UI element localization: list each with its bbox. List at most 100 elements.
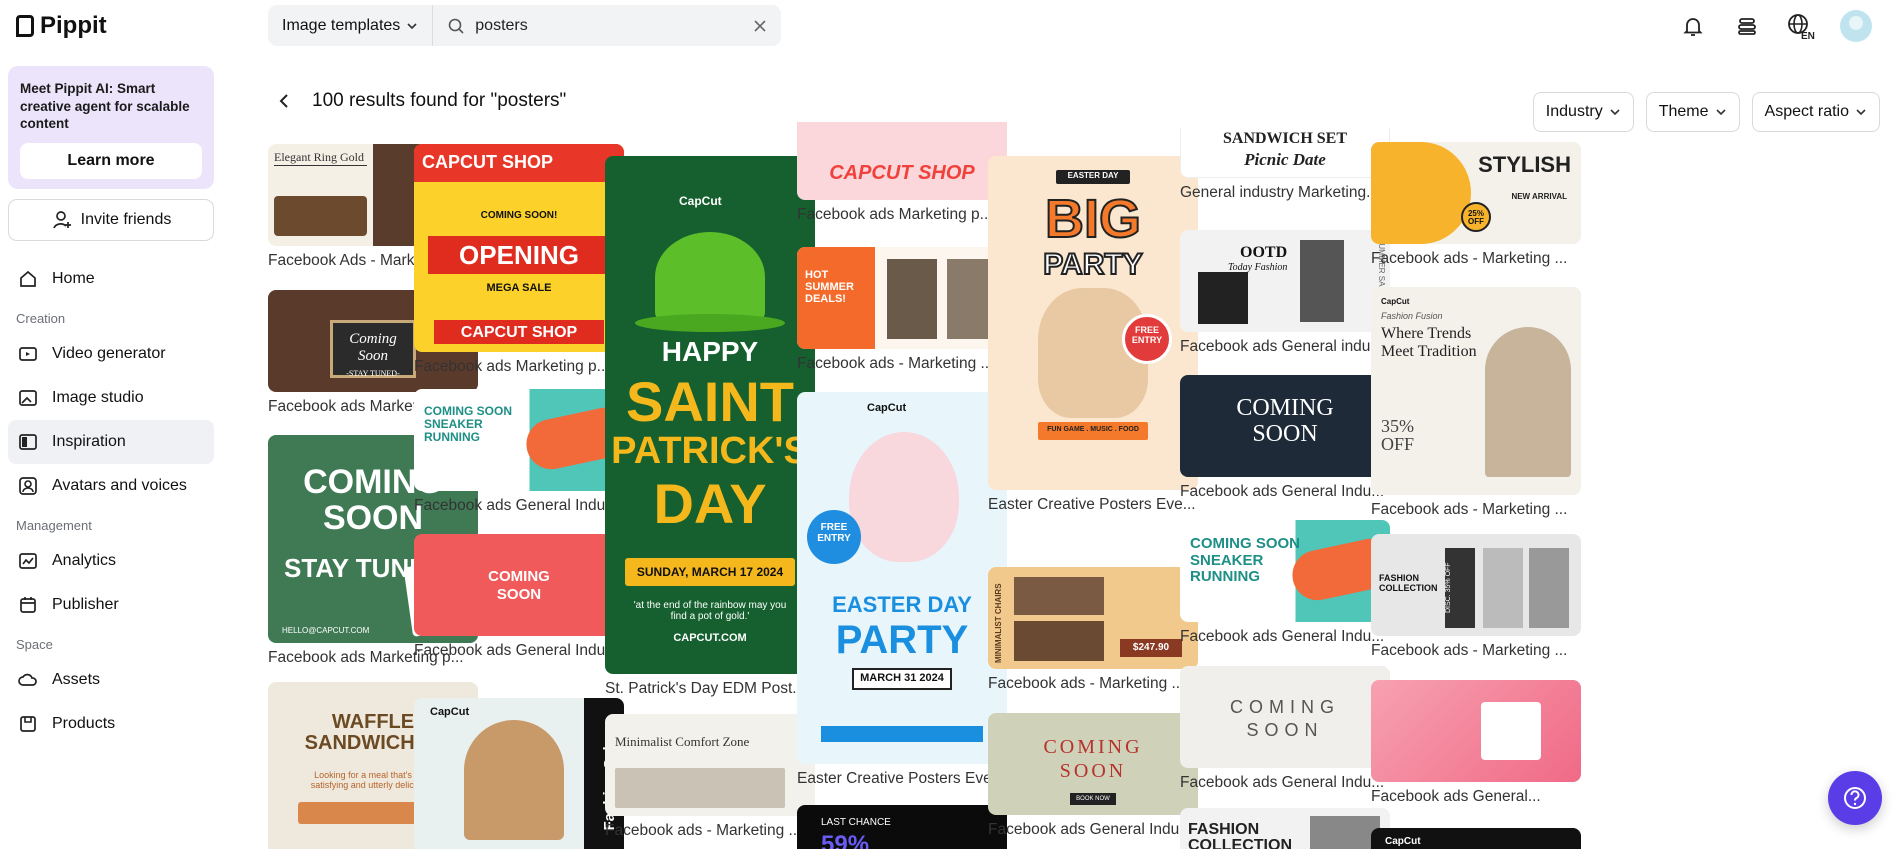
clear-search-icon[interactable] [753,19,767,33]
sidebar-item-analytics[interactable]: Analytics [8,539,214,583]
sidebar-item-inspiration[interactable]: Inspiration [8,419,214,464]
top-bar: Pippit Image templates EN [0,0,1896,52]
template-card[interactable]: STYLISH NEW ARRIVAL 25% OFF Facebook ads… [1371,142,1581,268]
template-thumbnail: OOTD Today Fashion SUMMER SALE [1180,230,1390,332]
template-caption: Facebook ads Marketing p... [797,206,993,223]
poster-subtitle: NEW ARRIVAL [1511,192,1567,201]
invite-friends-label: Invite friends [80,210,172,228]
template-card[interactable]: COMING SOON SNEAKER RUNNING Facebook ads… [1180,520,1390,646]
poster-title: PATRICK'S [611,430,809,472]
sidebar-item-products[interactable]: Products [8,702,214,746]
template-card[interactable]: CAPCUT SHOP COMING SOON! OPENING MEGA SA… [414,144,624,376]
poster-brand: CapCut [430,706,470,718]
search-category-label: Image templates [282,16,401,34]
sidebar-item-image-studio[interactable]: Image studio [8,376,214,420]
invite-friends-button[interactable]: Invite friends [8,198,214,241]
template-caption: Facebook ads - Marketing ... [1371,501,1568,518]
filter-theme[interactable]: Theme [1645,92,1740,132]
help-button[interactable] [1828,771,1882,825]
poster-title: OPENING [459,240,579,270]
poster-title: Elegant Ring Gold [274,150,367,166]
chevron-down-icon [1715,109,1726,116]
poster-title: OOTD [1240,244,1288,261]
template-thumbnail: CapCut Fashion Fusion Where Trends Meet … [1371,287,1581,495]
template-card[interactable]: MINIMALIST CHAIRS $247.90 Facebook ads -… [988,567,1198,693]
template-card[interactable]: OOTD Today Fashion SUMMER SALE Facebook … [1180,230,1390,356]
template-card[interactable]: COMING SOON Facebook ads General Indu... [1180,375,1390,501]
poster-button-label: BOOK NOW [1070,793,1116,805]
template-thumbnail [1371,680,1581,782]
poster-subtitle: EASTER DAY [1067,171,1119,180]
template-card[interactable]: Minimalist Comfort Zone Facebook ads - M… [605,714,815,840]
sidebar-item-avatars[interactable]: Avatars and voices [8,464,214,508]
poster-subtitle: LAST CHANCE [821,817,891,828]
template-card[interactable]: SANDWICH SET Picnic Date General industr… [1180,128,1390,202]
template-thumbnail: MINIMALIST CHAIRS $247.90 [988,567,1198,669]
template-thumbnail: COMING SOON [1180,375,1390,477]
template-card[interactable]: COMING SOON Facebook ads General Indu... [414,534,624,660]
user-avatar[interactable] [1840,10,1872,42]
poster-title: EASTER DAY [832,592,972,617]
template-card[interactable]: Facebook ads General... [1371,680,1581,806]
filter-label: Theme [1658,103,1709,120]
app-logo[interactable]: Pippit [16,12,107,40]
template-thumbnail: HOT SUMMER DEALS! [797,247,1007,349]
template-caption: Easter Creative Posters Eve... [797,770,1005,787]
stack-layers-icon[interactable] [1732,11,1762,41]
template-card[interactable]: EASTER DAY BIG PARTY FREE ENTRY FUN GAME… [988,156,1198,514]
template-card[interactable]: COMING SOON BOOK NOW Facebook ads Genera… [988,713,1198,839]
template-caption: Facebook ads General Indu... [988,821,1193,838]
sidebar-item-label: Products [52,714,116,732]
template-card[interactable]: CapCut Fashion Fusion Where Trends Meet … [1371,287,1581,519]
sidebar-item-home[interactable]: Home [8,257,214,301]
template-card[interactable]: COMING SOON SNEAKER RUNNING Facebook ads… [414,389,624,515]
template-thumbnail: SANDWICH SET Picnic Date [1180,128,1390,178]
sidebar-item-label: Home [52,269,95,287]
search-input[interactable] [475,16,743,35]
template-thumbnail: CAPCUT SHOP [797,122,1007,200]
poster-title: HOT SUMMER DEALS! [805,269,854,306]
template-card[interactable]: CapCut HAPPY SAINT PATRICK'S DAY SUNDAY,… [605,156,815,698]
template-card[interactable]: COMING SOON Facebook ads General Indu... [1180,666,1390,792]
language-globe-icon[interactable]: EN [1786,11,1816,41]
template-caption: St. Patrick's Day EDM Post... [605,680,806,697]
template-thumbnail: EASTER DAY BIG PARTY FREE ENTRY FUN GAME… [988,156,1198,490]
template-thumbnail: CAPCUT SHOP COMING SOON! OPENING MEGA SA… [414,144,624,352]
section-label-creation: Creation [16,310,66,326]
product-box-icon [20,715,36,732]
back-arrow-icon[interactable] [278,93,290,109]
search-category-dropdown[interactable]: Image templates [268,5,434,46]
poster-price: $247.90 [1120,639,1182,657]
poster-badge: FREE ENTRY [1131,325,1163,345]
bell-icon[interactable] [1678,11,1708,41]
sidebar-item-publisher[interactable]: Publisher [8,583,214,627]
template-thumbnail: CapCut Fashion Sale [414,698,624,849]
results-title: 100 results found for "posters" [312,90,567,111]
poster-side-label: DISC. 35% OFF [1445,548,1475,628]
template-thumbnail: COMING SOON SNEAKER RUNNING [1180,520,1390,622]
template-thumbnail: COMING SOON SNEAKER RUNNING [414,389,624,491]
poster-email: HELLO@CAPCUT.COM [282,626,370,635]
sidebar-item-video-generator[interactable]: Video generator [8,332,214,376]
poster-title: COMING SOON SNEAKER RUNNING [424,404,513,445]
template-card[interactable]: CapCut Fashion Sale [414,698,624,849]
template-card[interactable]: CapCut FREE ENTRY EASTER DAY PARTY MARCH… [797,392,1007,788]
template-card[interactable]: CAPCUT SHOP Facebook ads Marketing p... [797,122,1007,224]
poster-title: COMING SOON [1230,697,1340,740]
template-card[interactable]: HOT SUMMER DEALS! Facebook ads - Marketi… [797,247,1007,373]
filter-industry[interactable]: Industry [1532,92,1634,132]
template-card[interactable]: LAST CHANCE 59% [797,805,1007,849]
template-card[interactable]: CapCut [1371,828,1581,849]
add-user-icon [52,210,71,229]
poster-badge: FREE ENTRY [817,522,851,544]
template-caption: Facebook ads - Marketing ... [988,675,1185,692]
sidebar-item-assets[interactable]: Assets [8,658,214,702]
filter-aspect-ratio[interactable]: Aspect ratio [1751,92,1880,132]
template-card[interactable]: FASHION COLLECTION [1180,808,1390,849]
template-card[interactable]: FASHION COLLECTION DISC. 35% OFF Faceboo… [1371,534,1581,660]
sidebar: Meet Pippit AI: Smart creative agent for… [0,52,226,849]
top-actions: EN [1678,10,1872,42]
poster-brand: CapCut [1385,836,1421,847]
template-thumbnail: CapCut FREE ENTRY EASTER DAY PARTY MARCH… [797,392,1007,764]
learn-more-button[interactable]: Learn more [20,142,202,179]
